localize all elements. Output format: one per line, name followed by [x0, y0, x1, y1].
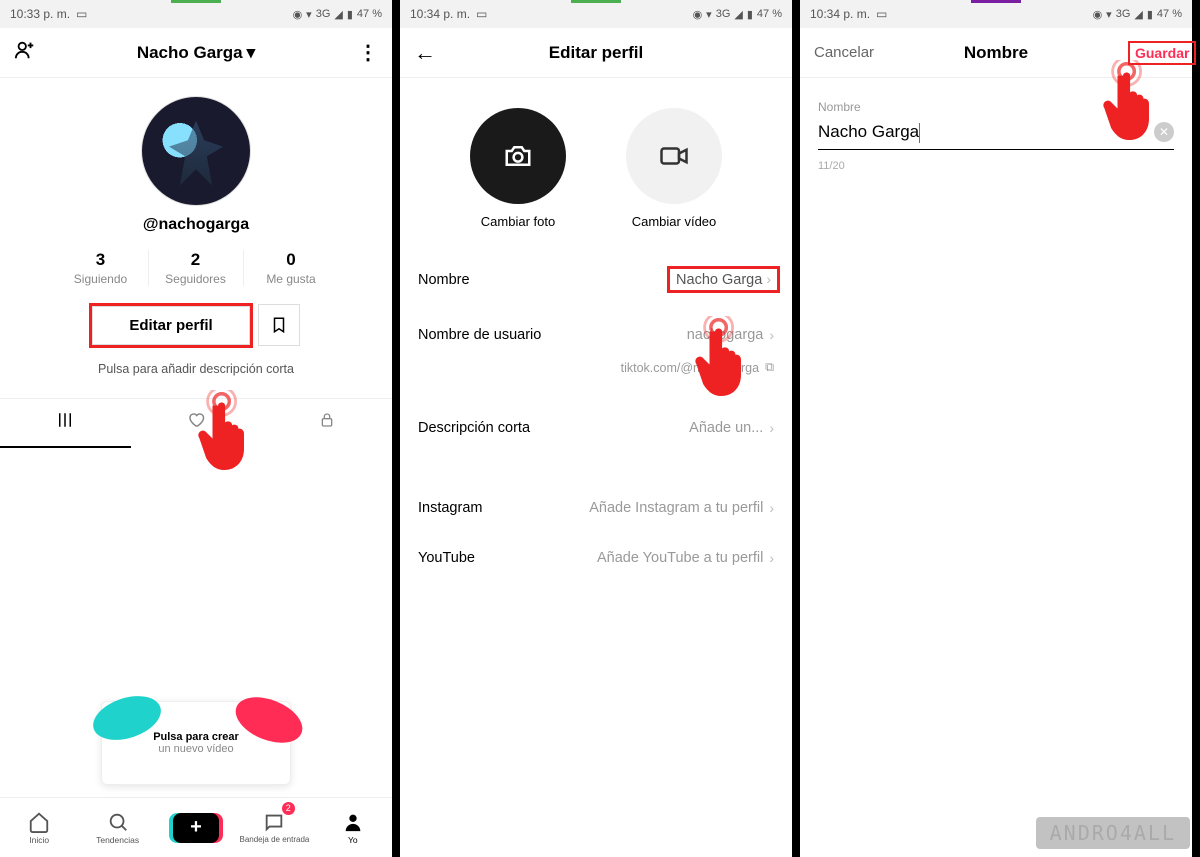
accent-bar [571, 0, 621, 3]
screen-edit-profile: 10:34 p. m. ▭ ◉ ▾ 3G ◢ ▮ 47 % ← Editar p… [400, 0, 800, 857]
text-caret [919, 123, 920, 143]
field-bio[interactable]: Descripción corta Añade un... › [418, 403, 774, 453]
edit-profile-button[interactable]: Editar perfil [92, 306, 249, 345]
wifi-icon: ▾ [1106, 8, 1112, 21]
add-friend-icon[interactable] [14, 44, 36, 66]
battery-icon: ▮ [747, 8, 753, 21]
plus-icon: + [173, 813, 219, 843]
status-bar: 10:34 p. m. ▭ ◉ ▾ 3G ◢ ▮ 47 % [400, 0, 792, 28]
wifi-icon: ▾ [306, 8, 312, 21]
network: 3G [716, 8, 731, 20]
battery-pct: 47 % [357, 8, 382, 20]
name-title: Nombre [964, 43, 1028, 63]
notification-icon: ▭ [876, 7, 887, 21]
time: 10:34 p. m. [410, 7, 470, 21]
stat-followers[interactable]: 2 Seguidores [149, 250, 244, 286]
char-counter: 11/20 [818, 160, 1174, 172]
nav-me[interactable]: Yo [314, 798, 392, 857]
chevron-right-icon: › [769, 500, 774, 516]
edit-header: ← Editar perfil [400, 28, 792, 78]
network: 3G [1116, 8, 1131, 20]
bottom-nav: Inicio Tendencias + 2 Bandeja de entrada… [0, 797, 392, 857]
eye-icon: ◉ [293, 8, 303, 21]
signal-icon: ◢ [734, 8, 742, 21]
time: 10:33 p. m. [10, 7, 70, 21]
bookmark-button[interactable] [258, 304, 300, 346]
change-video-option[interactable]: Cambiar vídeo [626, 108, 722, 229]
network: 3G [316, 8, 331, 20]
edit-title: Editar perfil [549, 43, 643, 63]
nav-create[interactable]: + [157, 798, 235, 857]
stat-following[interactable]: 3 Siguiendo [54, 250, 149, 286]
annotation-hand [1100, 60, 1170, 150]
create-video-banner[interactable]: Pulsa para crear un nuevo vídeo [101, 701, 291, 785]
username: @nachogarga [143, 216, 249, 234]
field-youtube[interactable]: YouTube Añade YouTube a tu perfil › [418, 533, 774, 583]
change-photo-option[interactable]: Cambiar foto [470, 108, 566, 229]
cancel-button[interactable]: Cancelar [814, 44, 864, 61]
eye-icon: ◉ [1093, 8, 1103, 21]
stat-likes[interactable]: 0 Me gusta [244, 250, 339, 286]
signal-icon: ◢ [1134, 8, 1142, 21]
status-bar: 10:33 p. m. ▭ ◉ ▾ 3G ◢ ▮ 47 % [0, 0, 392, 28]
wifi-icon: ▾ [706, 8, 712, 21]
bio-hint[interactable]: Pulsa para añadir descripción corta [98, 362, 294, 376]
inbox-badge: 2 [282, 802, 295, 815]
battery-icon: ▮ [1147, 8, 1153, 21]
more-icon[interactable]: ⋮ [358, 42, 378, 64]
photo-options: Cambiar foto Cambiar vídeo [400, 78, 792, 239]
battery-icon: ▮ [347, 8, 353, 21]
camera-icon [470, 108, 566, 204]
annotation-hand [692, 316, 762, 406]
chevron-right-icon: › [769, 550, 774, 566]
chevron-right-icon: › [769, 420, 774, 436]
eye-icon: ◉ [693, 8, 703, 21]
field-name[interactable]: Nombre Nacho Garga › [418, 249, 774, 310]
name-value-highlight: Nacho Garga › [667, 266, 780, 293]
status-bar: 10:34 p. m. ▭ ◉ ▾ 3G ◢ ▮ 47 % [800, 0, 1192, 28]
signal-icon: ◢ [334, 8, 342, 21]
profile-header: Nacho Garga ▾ ⋮ [0, 28, 392, 78]
video-icon [626, 108, 722, 204]
copy-icon: ⧉ [765, 360, 774, 375]
profile-top: @nachogarga 3 Siguiendo 2 Seguidores 0 M… [0, 78, 392, 376]
nav-home[interactable]: Inicio [0, 798, 78, 857]
battery-pct: 47 % [1157, 8, 1182, 20]
avatar[interactable] [141, 96, 251, 206]
chevron-right-icon: › [769, 327, 774, 343]
field-instagram[interactable]: Instagram Añade Instagram a tu perfil › [418, 483, 774, 533]
stats-row: 3 Siguiendo 2 Seguidores 0 Me gusta [0, 250, 392, 286]
accent-bar [971, 0, 1021, 3]
profile-title-dropdown[interactable]: Nacho Garga ▾ [137, 43, 255, 63]
notification-icon: ▭ [76, 7, 87, 21]
tab-private[interactable] [261, 399, 392, 448]
battery-pct: 47 % [757, 8, 782, 20]
chevron-down-icon: ▾ [247, 43, 256, 63]
notification-icon: ▭ [476, 7, 487, 21]
tab-grid[interactable] [0, 399, 131, 448]
nav-inbox[interactable]: 2 Bandeja de entrada [235, 798, 313, 857]
back-icon[interactable]: ← [414, 40, 436, 65]
screen-edit-name: 10:34 p. m. ▭ ◉ ▾ 3G ◢ ▮ 47 % Cancelar N… [800, 0, 1200, 857]
screen-profile: 10:33 p. m. ▭ ◉ ▾ 3G ◢ ▮ 47 % Nacho Garg… [0, 0, 400, 857]
watermark: ANDRO4ALL [1036, 817, 1190, 849]
annotation-hand [195, 390, 265, 480]
accent-bar [171, 0, 221, 3]
chevron-right-icon: › [766, 271, 771, 287]
time: 10:34 p. m. [810, 7, 870, 21]
nav-trends[interactable]: Tendencias [78, 798, 156, 857]
